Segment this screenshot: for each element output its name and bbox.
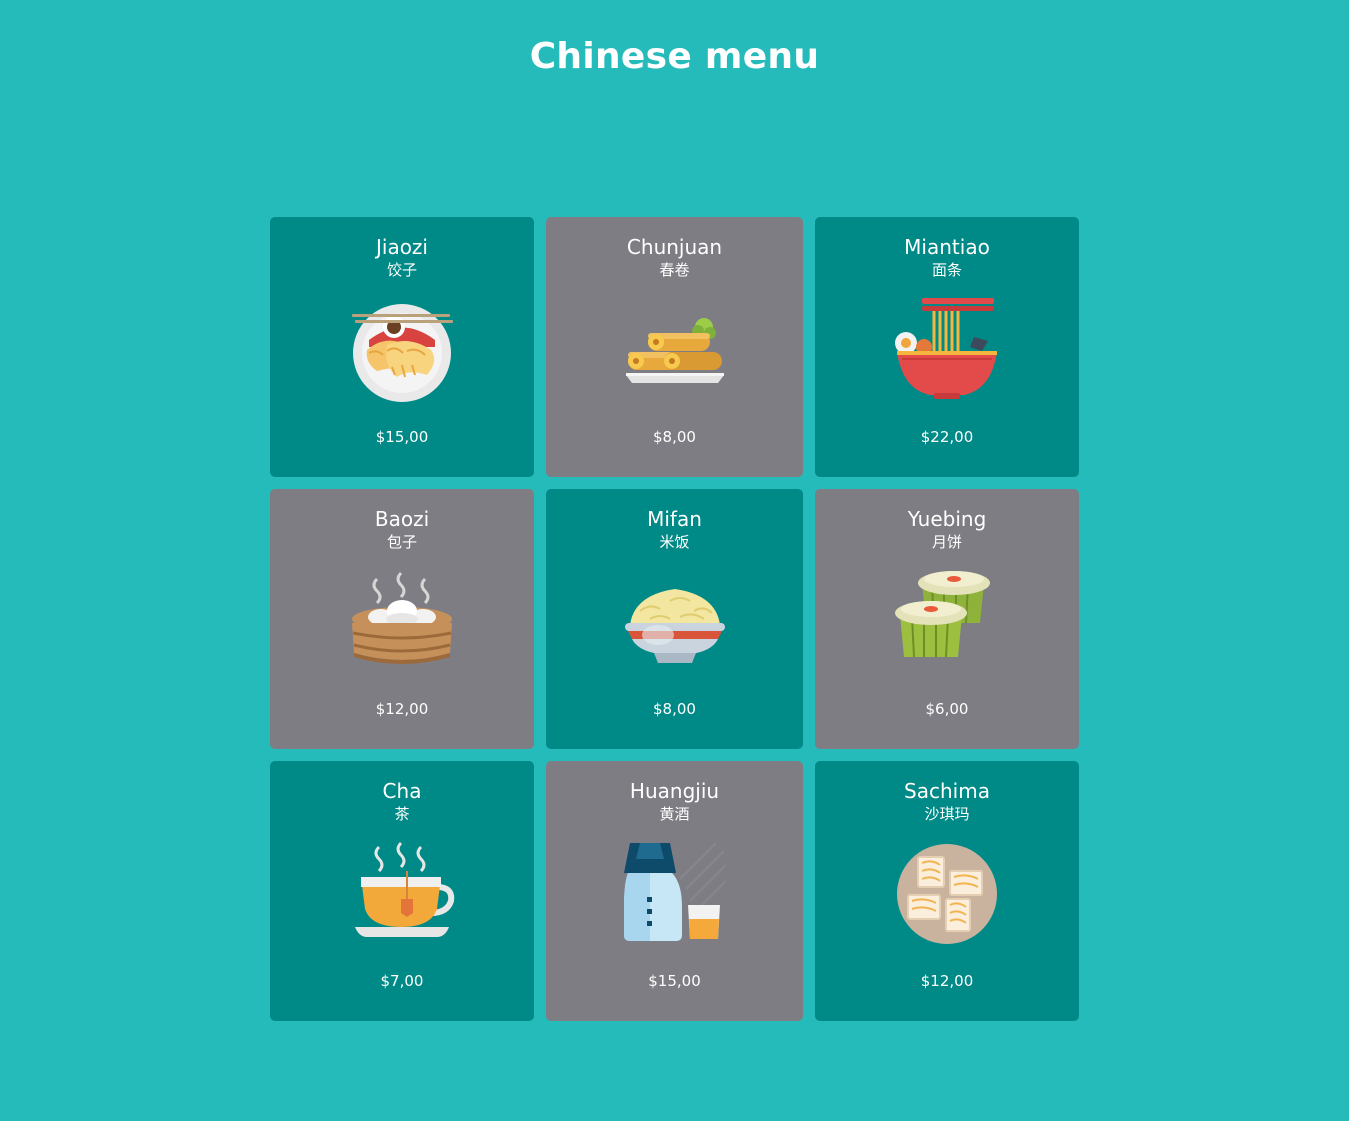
menu-item-chinese-name: 沙琪玛	[924, 805, 970, 823]
menu-item-chinese-name: 米饭	[659, 533, 690, 551]
tea-cup-icon	[347, 839, 457, 949]
menu-item-price: $15,00	[648, 972, 701, 990]
menu-item-name: Huangjiu	[629, 779, 720, 803]
menu-item-chinese-name: 黄酒	[659, 805, 690, 823]
menu-item-price: $15,00	[375, 428, 429, 446]
menu-item-price: $22,00	[920, 428, 974, 446]
menu-item-chinese-name: 饺子	[386, 261, 417, 279]
menu-item-name: Sachima	[904, 779, 990, 803]
rice-bowl-icon	[620, 567, 730, 677]
menu-item-price: $8,00	[653, 700, 696, 718]
menu-item-jiaozi[interactable]: Jiaozi 饺子 $15,00	[270, 217, 534, 477]
menu-item-price: $7,00	[380, 972, 424, 990]
menu-item-name: Miantiao	[904, 235, 990, 259]
menu-item-name: Jiaozi	[375, 235, 428, 259]
menu-item-cha[interactable]: Cha 茶 $7,00	[270, 761, 534, 1021]
sachima-plate-icon	[892, 839, 1002, 949]
menu-item-miantiao[interactable]: Miantiao 面条 $22,00	[815, 217, 1079, 477]
menu-item-price: $8,00	[653, 428, 696, 446]
rice-wine-bottle-icon	[620, 839, 730, 949]
menu-item-chinese-name: 春卷	[659, 261, 690, 279]
menu-item-mifan[interactable]: Mifan 米饭 $8,00	[546, 489, 803, 749]
spring-rolls-icon	[620, 295, 730, 405]
menu-item-name: Mifan	[647, 507, 702, 531]
menu-item-baozi[interactable]: Baozi 包子 $12,00	[270, 489, 534, 749]
menu-item-name: Cha	[382, 779, 422, 803]
menu-item-yuebing[interactable]: Yuebing 月饼 $6,00	[815, 489, 1079, 749]
menu-item-chinese-name: 包子	[386, 533, 417, 551]
page-title: Chinese menu	[529, 36, 820, 77]
mooncake-icon	[892, 567, 1002, 677]
menu-item-huangjiu[interactable]: Huangjiu 黄酒 $15,00	[546, 761, 803, 1021]
menu-item-price: $6,00	[925, 700, 969, 718]
menu-item-chinese-name: 面条	[931, 261, 962, 279]
menu-item-name: Yuebing	[907, 507, 987, 531]
menu-item-sachima[interactable]: Sachima 沙琪玛 $12,00	[815, 761, 1079, 1021]
menu-item-name: Chunjuan	[626, 235, 723, 259]
menu-item-name: Baozi	[374, 507, 430, 531]
menu-item-price: $12,00	[375, 700, 429, 718]
noodle-bowl-icon	[892, 295, 1002, 405]
menu-grid: Jiaozi 饺子 $15,00 Chunjuan 春卷 $8,00 Miant…	[270, 217, 1079, 1021]
menu-item-chinese-name: 茶	[394, 805, 410, 823]
steamed-buns-basket-icon	[347, 567, 457, 677]
menu-item-chunjuan[interactable]: Chunjuan 春卷 $8,00	[546, 217, 803, 477]
dumplings-plate-icon	[347, 295, 457, 405]
menu-item-chinese-name: 月饼	[931, 533, 962, 551]
menu-item-price: $12,00	[920, 972, 974, 990]
